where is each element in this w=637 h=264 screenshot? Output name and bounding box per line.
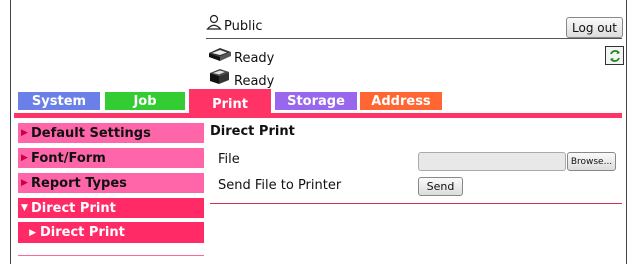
- printer-status-text: Ready: [234, 51, 275, 66]
- sidebar-subitem-direct-print[interactable]: ▶ Direct Print: [18, 222, 204, 243]
- page-title: Direct Print: [210, 124, 295, 139]
- caret-right-icon: ▶: [29, 227, 36, 238]
- user-icon: [206, 14, 222, 34]
- tab-system[interactable]: System: [18, 92, 100, 110]
- scanner-status: Ready: [206, 67, 274, 89]
- sidebar-bottom-divider: [18, 255, 204, 256]
- sidebar-item-font-form[interactable]: ▶ Font/Form: [18, 148, 204, 168]
- refresh-icon[interactable]: [605, 46, 624, 65]
- tab-address[interactable]: Address: [360, 92, 442, 110]
- sidebar-item-label: Font/Form: [31, 150, 106, 166]
- logout-button[interactable]: Log out: [566, 17, 623, 38]
- printer-icon: [206, 46, 232, 66]
- user-indicator: Public: [206, 14, 262, 34]
- tab-print[interactable]: Print: [189, 89, 271, 113]
- header-divider: [206, 38, 622, 39]
- content-divider: [210, 203, 622, 204]
- tab-storage[interactable]: Storage: [275, 92, 357, 110]
- caret-right-icon: ▶: [21, 153, 28, 163]
- caret-down-icon: ▼: [21, 203, 28, 213]
- sidebar-item-direct-print[interactable]: ▼ Direct Print: [18, 198, 204, 218]
- sidebar-item-report-types[interactable]: ▶ Report Types: [18, 173, 204, 193]
- scanner-icon: [206, 67, 232, 89]
- tab-job[interactable]: Job: [105, 92, 185, 110]
- frame-right-border: [626, 0, 637, 264]
- tab-underline-bar: [14, 113, 622, 118]
- caret-right-icon: ▶: [21, 178, 28, 188]
- send-button[interactable]: Send: [418, 177, 463, 196]
- file-label: File: [218, 152, 240, 167]
- sidebar-subitem-label: Direct Print: [40, 225, 125, 240]
- file-path-input[interactable]: [418, 152, 566, 171]
- caret-right-icon: ▶: [21, 128, 28, 138]
- sidebar-item-label: Direct Print: [31, 200, 116, 216]
- sidebar-item-default-settings[interactable]: ▶ Default Settings: [18, 123, 204, 143]
- printer-status: Ready: [206, 46, 274, 66]
- send-file-label: Send File to Printer: [218, 178, 342, 193]
- scanner-status-text: Ready: [234, 74, 275, 89]
- frame-left-border: [0, 0, 11, 264]
- browse-button[interactable]: Browse...: [567, 152, 616, 171]
- sidebar-item-label: Report Types: [31, 175, 127, 191]
- user-label: Public: [224, 18, 263, 34]
- sidebar-item-label: Default Settings: [31, 125, 151, 141]
